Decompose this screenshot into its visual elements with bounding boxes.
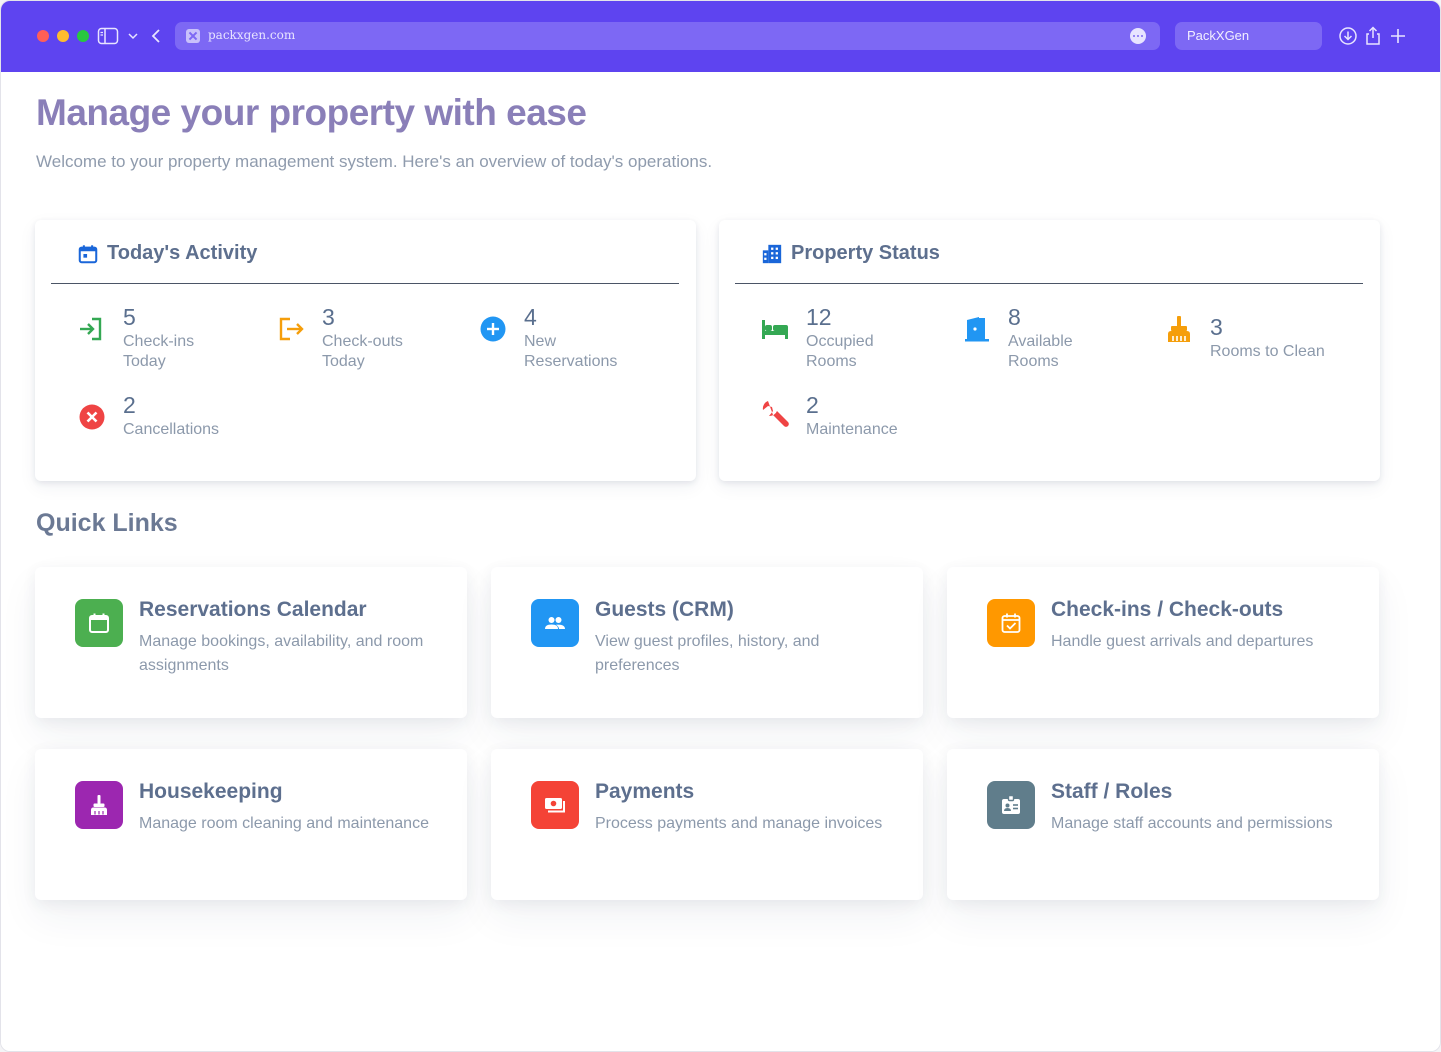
more-options-icon[interactable] — [1130, 28, 1146, 44]
stat-label: Rooms to Clean — [1210, 343, 1325, 360]
browser-toolbar: packxgen.com PackXGen — [1, 1, 1440, 72]
stat-value: 4 — [524, 304, 537, 330]
site-favicon-icon — [186, 29, 200, 43]
stat-value: 12 — [806, 304, 832, 330]
share-icon[interactable] — [1362, 25, 1384, 47]
quick-link-check-ins-check-outs[interactable]: Check-ins / Check-outs Handle guest arri… — [947, 567, 1379, 718]
card-title: Guests (CRM) — [595, 598, 734, 621]
cancel-icon — [79, 404, 105, 430]
broom-icon — [1168, 316, 1190, 342]
todays-activity-panel: Today's Activity 5 Check-ins Today 3 Che… — [35, 220, 696, 481]
close-window-button[interactable] — [37, 30, 49, 42]
page-subtitle: Welcome to your property management syst… — [36, 152, 713, 171]
download-icon[interactable] — [1337, 25, 1359, 47]
stat-value: 2 — [806, 392, 819, 418]
quick-link-reservations-calendar[interactable]: Reservations Calendar Manage bookings, a… — [35, 567, 467, 718]
bed-icon — [762, 320, 788, 339]
chevron-down-icon[interactable] — [125, 28, 141, 44]
minimize-window-button[interactable] — [57, 30, 69, 42]
quick-link-payments[interactable]: Payments Process payments and manage inv… — [491, 749, 923, 900]
sidebar-toggle-icon[interactable] — [97, 25, 119, 47]
calendar-icon — [78, 245, 98, 264]
zoom-window-button[interactable] — [77, 30, 89, 42]
property-status-panel: Property Status 12 Occupied Rooms 8 Avai… — [719, 220, 1380, 481]
stat-label: Maintenance — [806, 421, 898, 438]
logout-icon — [279, 317, 304, 341]
stat-check-ins: 5 Check-ins Today — [77, 304, 277, 370]
stat-available-rooms: 8 Available Rooms — [962, 304, 1162, 370]
add-circle-icon — [480, 316, 506, 342]
building-icon — [762, 244, 782, 264]
stat-value: 8 — [1008, 304, 1021, 330]
stat-label: Cancellations — [123, 421, 220, 438]
quick-link-housekeeping[interactable]: Housekeeping Manage room cleaning and ma… — [35, 749, 467, 900]
card-description: View guest profiles, history, and prefer… — [595, 633, 820, 674]
card-title: Staff / Roles — [1051, 780, 1173, 803]
quick-link-staff-roles[interactable]: Staff / Roles Manage staff accounts and … — [947, 749, 1379, 900]
panel-title: Property Status — [791, 242, 940, 264]
stat-value: 3 — [1210, 314, 1223, 340]
panel-header: Property Status — [735, 220, 1363, 284]
stat-new-reservations: 4 New Reservations — [478, 304, 678, 370]
new-tab-plus-icon[interactable] — [1387, 25, 1409, 47]
card-title: Reservations Calendar — [139, 598, 367, 621]
broom-icon — [75, 781, 123, 829]
stat-cancellations: 2 Cancellations — [77, 392, 277, 456]
badge-icon — [987, 781, 1035, 829]
stat-label: Check-outs Today — [322, 333, 403, 370]
calendar-check-icon — [987, 599, 1035, 647]
card-description: Handle guest arrivals and departures — [1051, 633, 1314, 650]
stat-maintenance: 2 Maintenance — [760, 392, 960, 456]
card-title: Payments — [595, 780, 695, 803]
address-bar[interactable]: packxgen.com — [175, 22, 1160, 50]
stat-value: 2 — [123, 392, 136, 418]
people-icon — [531, 599, 579, 647]
quick-link-guests-crm[interactable]: Guests (CRM) View guest profiles, histor… — [491, 567, 923, 718]
card-title: Check-ins / Check-outs — [1051, 598, 1284, 621]
payments-icon — [531, 781, 579, 829]
stat-label: New Reservations — [524, 333, 618, 370]
stat-label: Occupied Rooms — [806, 333, 874, 370]
panel-title: Today's Activity — [107, 242, 258, 264]
stat-rooms-to-clean: 3 Rooms to Clean — [1164, 314, 1364, 378]
back-arrow-icon[interactable] — [146, 25, 168, 47]
browser-window: packxgen.com PackXGen Manage your proper… — [0, 0, 1441, 1052]
page-title: Manage your property with ease — [36, 92, 587, 133]
calendar-icon — [75, 599, 123, 647]
stat-occupied-rooms: 12 Occupied Rooms — [760, 304, 960, 370]
card-description: Manage bookings, availability, and room … — [139, 633, 424, 674]
card-description: Process payments and manage invoices — [595, 815, 883, 832]
door-icon — [965, 317, 989, 342]
card-title: Housekeeping — [139, 780, 283, 803]
page-content: Manage your property with ease Welcome t… — [1, 72, 1440, 1051]
stat-value: 5 — [123, 304, 136, 330]
card-description: Manage room cleaning and maintenance — [139, 815, 429, 832]
stat-value: 3 — [322, 304, 335, 330]
panel-header: Today's Activity — [51, 220, 679, 284]
tab-title: PackXGen — [1187, 28, 1250, 43]
login-icon — [80, 317, 102, 341]
stat-label: Check-ins Today — [123, 333, 195, 370]
url-text[interactable]: packxgen.com — [208, 28, 295, 42]
stat-check-outs: 3 Check-outs Today — [276, 304, 476, 370]
stat-label: Available Rooms — [1008, 333, 1073, 370]
card-description: Manage staff accounts and permissions — [1051, 815, 1333, 832]
quick-links-title: Quick Links — [36, 509, 178, 537]
browser-tab[interactable]: PackXGen — [1175, 22, 1322, 50]
wrench-icon — [762, 401, 789, 427]
